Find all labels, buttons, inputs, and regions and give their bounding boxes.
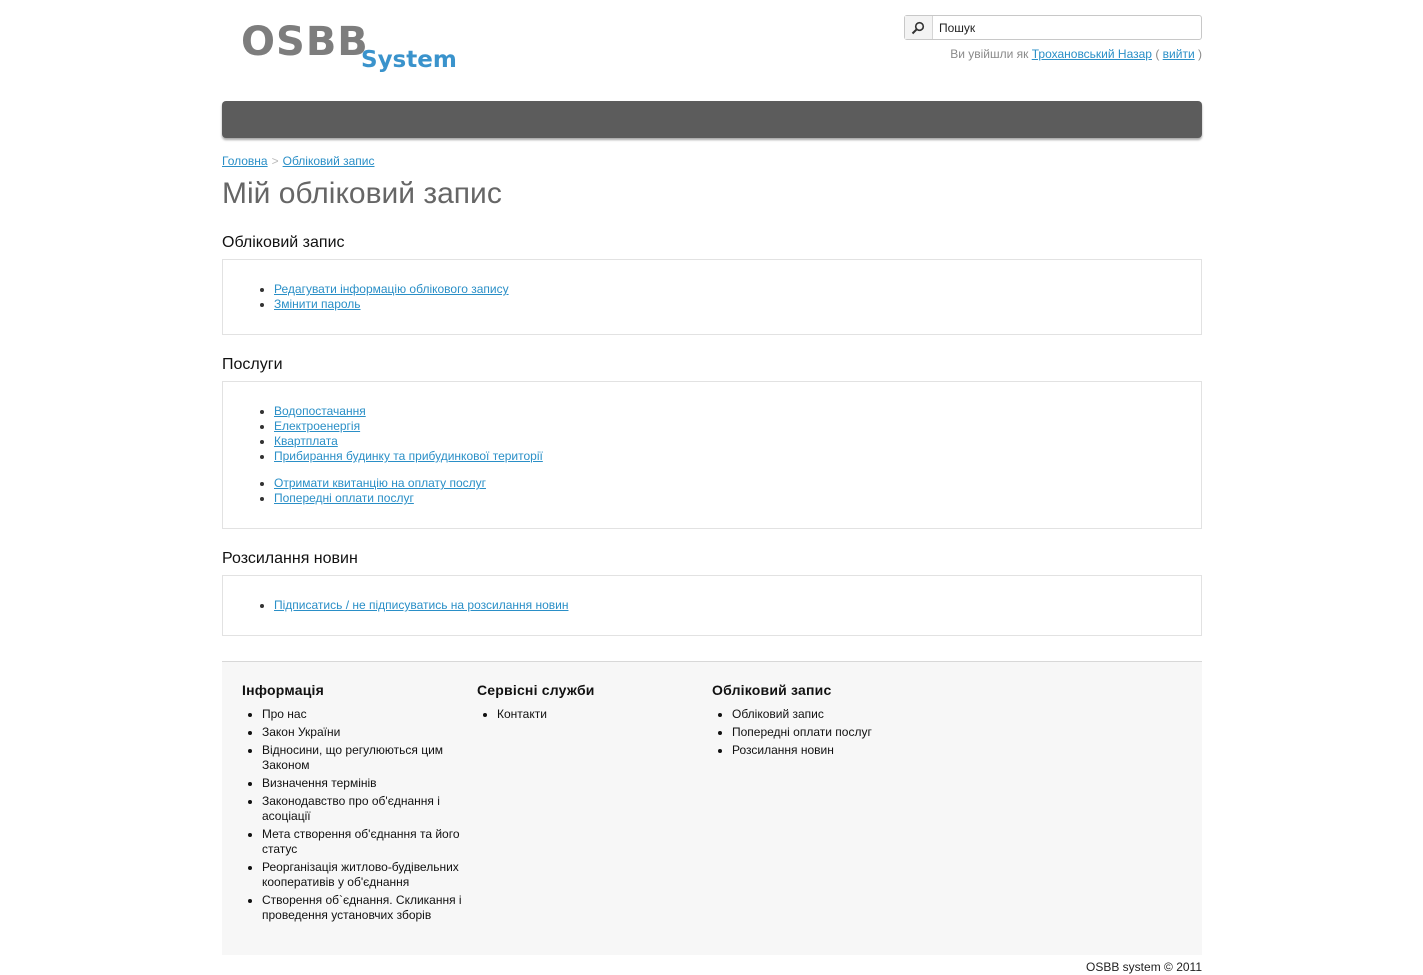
footer-link[interactable]: Створення об`єднання. Скликання і провед… [262, 893, 472, 923]
cleaning-link[interactable]: Прибирання будинку та прибудинкової тери… [274, 449, 543, 463]
account-section: Обліковий запис Редагувати інформацію об… [222, 234, 1202, 335]
list-item: Підписатись / не підписуватись на розсил… [274, 598, 1201, 613]
services-section-title: Послуги [222, 356, 283, 373]
list-item: Отримати квитанцію на оплату послуг [274, 476, 1201, 491]
breadcrumb-home[interactable]: Головна [222, 154, 268, 168]
account-links: Редагувати інформацію облікового запису … [223, 282, 1201, 312]
logo-osbb-text: OSBB [241, 19, 369, 65]
newsletter-section-title: Розсилання новин [222, 550, 358, 567]
search-icon[interactable] [905, 16, 933, 39]
subscribe-link[interactable]: Підписатись / не підписуватись на розсил… [274, 598, 568, 612]
list-item: Водопостачання [274, 404, 1201, 419]
services-box: Водопостачання Електроенергія Квартплата… [222, 381, 1202, 529]
list-item: Редагувати інформацію облікового запису [274, 282, 1201, 297]
main-navbar [222, 101, 1202, 138]
services-links: Водопостачання Електроенергія Квартплата… [223, 404, 1201, 464]
list-item: Прибирання будинку та прибудинкової тери… [274, 449, 1201, 464]
header: OSBB System Ви увійшли як Трохановський … [222, 0, 1202, 101]
footer-services-title: Сервісні служби [477, 682, 595, 698]
footer-link[interactable]: Визначення термінів [262, 776, 472, 791]
footer-link[interactable]: Контакти [497, 707, 707, 722]
list-item: Квартплата [274, 434, 1201, 449]
water-supply-link[interactable]: Водопостачання [274, 404, 366, 418]
search-input[interactable] [933, 16, 1201, 39]
footer-info-list: Про нас Закон України Відносини, що регу… [242, 707, 472, 923]
footer-link[interactable]: Закон України [262, 725, 472, 740]
close-paren: ) [1198, 47, 1202, 61]
previous-payments-link[interactable]: Попередні оплати послуг [274, 491, 414, 505]
search-box [904, 15, 1202, 40]
footer: Інформація Про нас Закон України Відноси… [222, 661, 1202, 955]
account-box: Редагувати інформацію облікового запису … [222, 259, 1202, 335]
copyright: OSBB system © 2011 [1086, 960, 1202, 974]
logo-system-text: System [361, 47, 457, 73]
site-logo[interactable]: OSBB System [241, 22, 481, 74]
footer-account-column: Обліковий запис Обліковий запис Попередн… [712, 682, 942, 761]
footer-link[interactable]: Про нас [262, 707, 472, 722]
user-name-link[interactable]: Трохановський Назар [1032, 47, 1152, 61]
change-password-link[interactable]: Змінити пароль [274, 297, 361, 311]
footer-link[interactable]: Мета створення об'єднання та його статус [262, 827, 472, 857]
footer-services-column: Сервісні служби Контакти [477, 682, 707, 725]
newsletter-section: Розсилання новин Підписатись / не підпис… [222, 550, 1202, 636]
list-item: Змінити пароль [274, 297, 1201, 312]
page-title: Мій обліковий запис [222, 177, 502, 210]
login-prefix: Ви увійшли як [950, 47, 1029, 61]
footer-info-title: Інформація [242, 682, 324, 698]
breadcrumb-current[interactable]: Обліковий запис [283, 154, 375, 168]
newsletter-links: Підписатись / не підписуватись на розсил… [223, 598, 1201, 613]
open-paren: ( [1155, 47, 1160, 61]
login-status: Ви увійшли як Трохановський Назар ( вийт… [950, 47, 1202, 61]
edit-account-link[interactable]: Редагувати інформацію облікового запису [274, 282, 509, 296]
newsletter-box: Підписатись / не підписуватись на розсил… [222, 575, 1202, 636]
services-section: Послуги Водопостачання Електроенергія Кв… [222, 356, 1202, 529]
footer-info-column: Інформація Про нас Закон України Відноси… [242, 682, 472, 926]
breadcrumb: Головна > Обліковий запис [222, 154, 1202, 168]
footer-link[interactable]: Законодавство про об'єднання і асоціації [262, 794, 472, 824]
payment-links: Отримати квитанцію на оплату послуг Попе… [223, 476, 1201, 506]
list-item: Попередні оплати послуг [274, 491, 1201, 506]
electricity-link[interactable]: Електроенергія [274, 419, 360, 433]
footer-link[interactable]: Реорганізація житлово-будівельних коопер… [262, 860, 472, 890]
get-receipt-link[interactable]: Отримати квитанцію на оплату послуг [274, 476, 486, 490]
list-item: Електроенергія [274, 419, 1201, 434]
footer-link[interactable]: Попередні оплати послуг [732, 725, 942, 740]
account-section-title: Обліковий запис [222, 234, 345, 251]
logout-link[interactable]: вийти [1163, 47, 1195, 61]
footer-account-list: Обліковий запис Попередні оплати послуг … [712, 707, 942, 758]
page-wrapper: OSBB System Ви увійшли як Трохановський … [222, 0, 1202, 974]
rent-link[interactable]: Квартплата [274, 434, 338, 448]
footer-account-title: Обліковий запис [712, 682, 832, 698]
footer-link[interactable]: Обліковий запис [732, 707, 942, 722]
footer-link[interactable]: Відносини, що регулюються цим Законом [262, 743, 472, 773]
breadcrumb-separator: > [271, 154, 279, 168]
footer-link[interactable]: Розсилання новин [732, 743, 942, 758]
footer-services-list: Контакти [477, 707, 707, 722]
